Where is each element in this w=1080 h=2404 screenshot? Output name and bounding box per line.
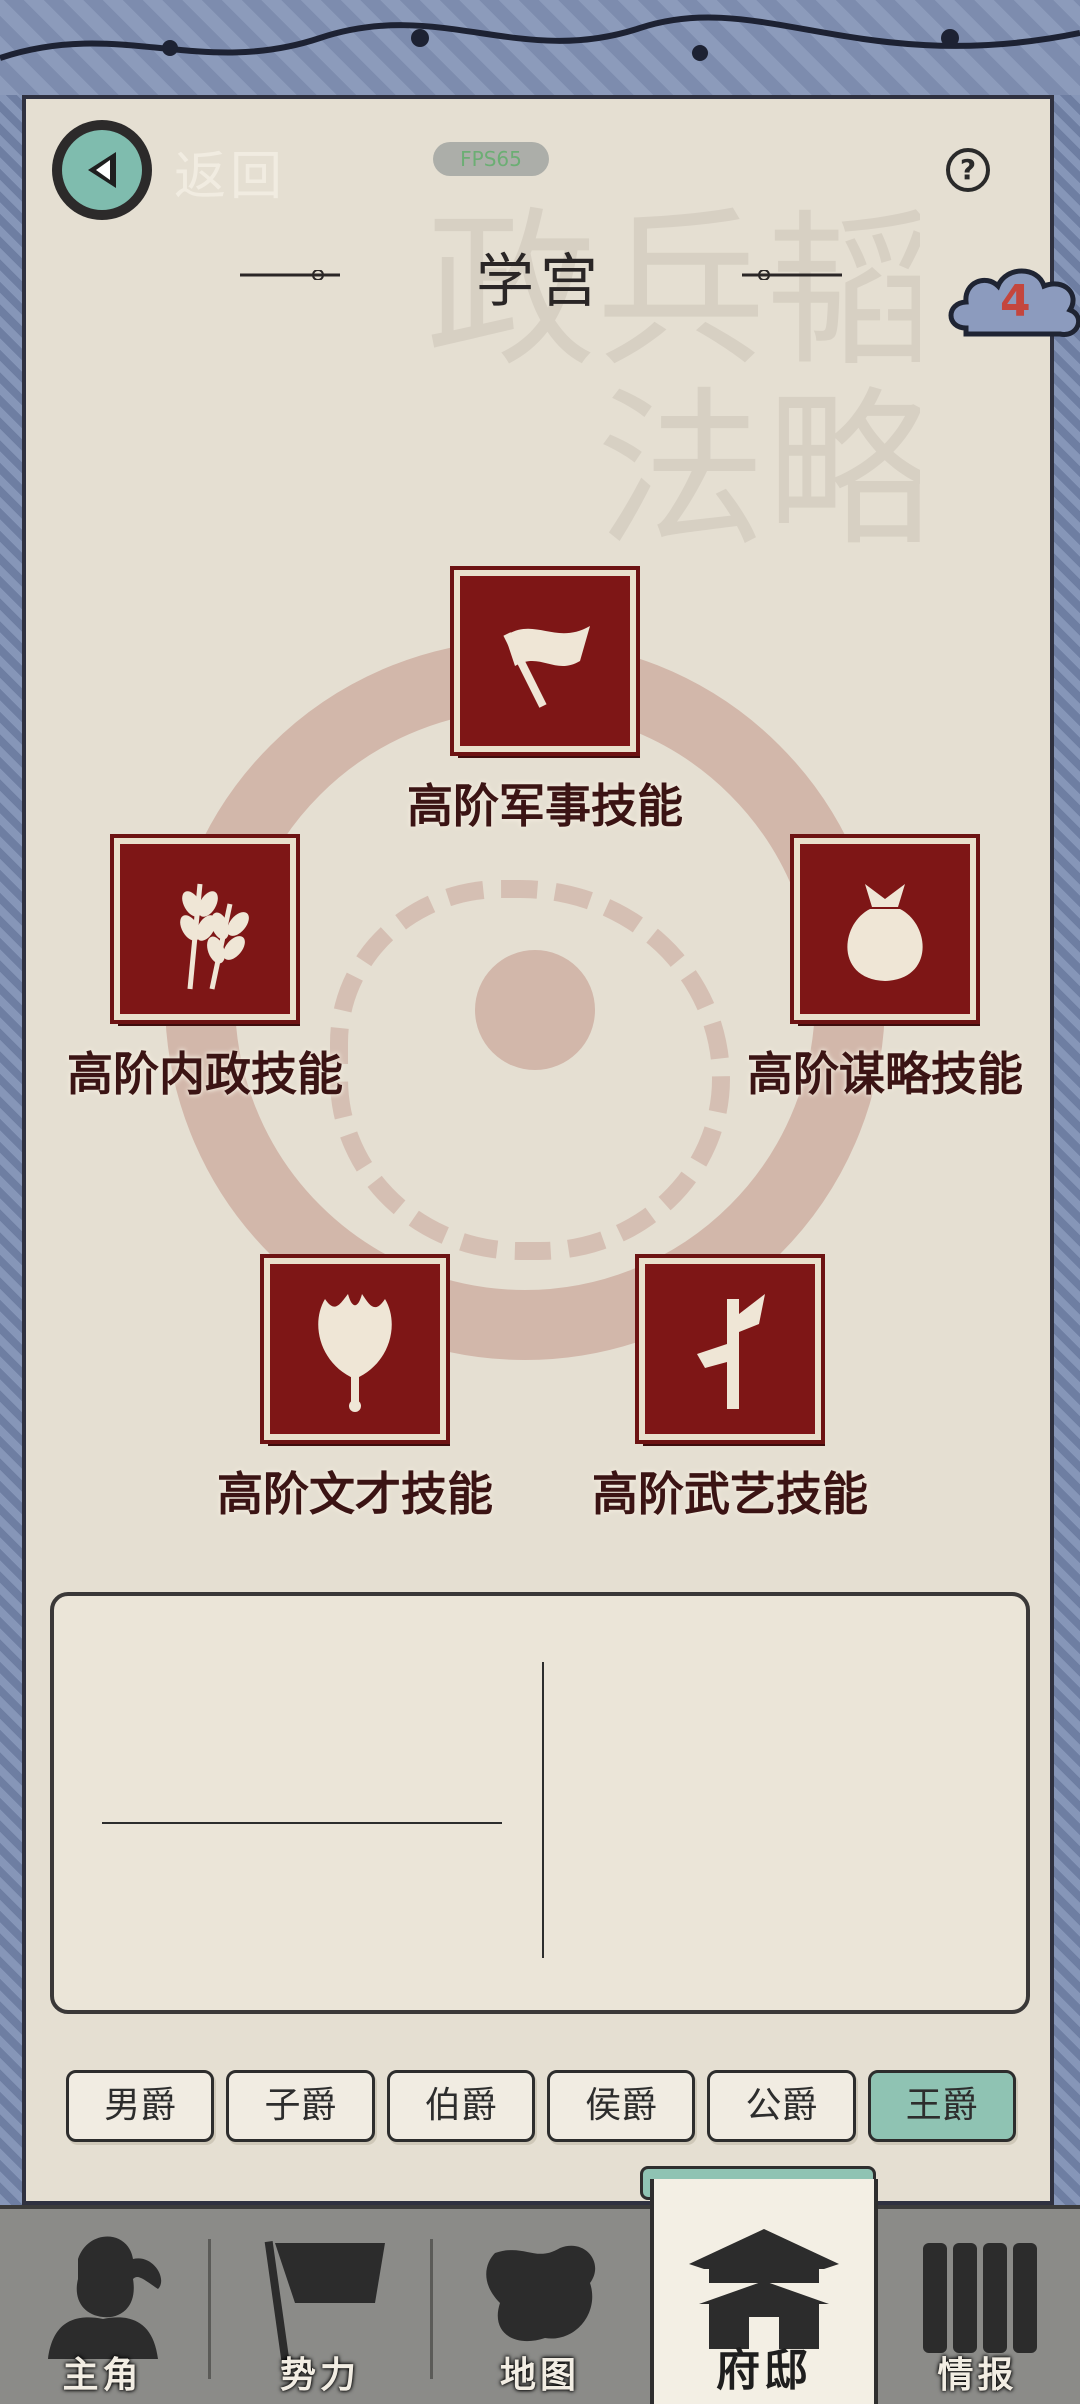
tab-rank-earl[interactable]: 伯爵 bbox=[386, 2070, 535, 2142]
nav-label: 势力 bbox=[279, 2354, 360, 2396]
money-bag-icon bbox=[847, 884, 923, 981]
tab-rank-baron[interactable]: 男爵 bbox=[66, 2070, 215, 2142]
top-decorative-border bbox=[0, 0, 1080, 101]
nav-label: 地图 bbox=[499, 2354, 580, 2396]
skill-military[interactable]: 高阶军事技能 bbox=[380, 570, 710, 836]
nav-label: 主角 bbox=[62, 2354, 143, 2396]
skill-martial[interactable]: 高阶武艺技能 bbox=[565, 1258, 895, 1524]
skill-strategy[interactable]: 高阶谋略技能 bbox=[715, 838, 1055, 1104]
flag-icon bbox=[503, 626, 590, 708]
nav-item-mansion[interactable]: 府邸 bbox=[650, 2179, 878, 2404]
detail-divider-horizontal bbox=[102, 1822, 502, 1824]
badge-count: 4 bbox=[1000, 276, 1031, 327]
nav-item-map[interactable]: 地图 bbox=[440, 2209, 640, 2404]
skill-literary[interactable]: 高阶文才技能 bbox=[190, 1258, 520, 1524]
help-icon[interactable]: ? bbox=[946, 148, 990, 192]
skill-tile bbox=[639, 1258, 821, 1440]
skill-tile bbox=[794, 838, 976, 1020]
skill-detail-panel bbox=[50, 1592, 1030, 2014]
dragon-pearl bbox=[475, 950, 595, 1070]
halberd-icon bbox=[697, 1294, 765, 1409]
fps-counter: FPS65 bbox=[433, 142, 549, 176]
back-circle bbox=[52, 120, 152, 220]
back-label: 返回 bbox=[174, 147, 287, 207]
nav-label: 情报 bbox=[937, 2354, 1018, 2396]
rank-tabs: 男爵 子爵 伯爵 侯爵 公爵 王爵 bbox=[66, 2070, 1016, 2146]
nav-separator bbox=[430, 2239, 433, 2379]
detail-divider-vertical bbox=[542, 1662, 544, 1958]
vine-pattern bbox=[0, 14, 1080, 61]
skill-tile bbox=[264, 1258, 446, 1440]
tab-rank-duke[interactable]: 公爵 bbox=[707, 2070, 856, 2142]
nav-item-faction[interactable]: 势力 bbox=[215, 2209, 425, 2404]
wheat-icon bbox=[180, 883, 249, 990]
map-icon bbox=[486, 2245, 596, 2342]
left-border bbox=[0, 95, 22, 2205]
back-button[interactable]: 返回 bbox=[52, 120, 372, 220]
warrior-icon bbox=[47, 2236, 161, 2359]
back-arrow-icon bbox=[62, 130, 142, 210]
scrolls-icon bbox=[922, 2243, 1037, 2353]
skill-civil[interactable]: 高阶内政技能 bbox=[40, 838, 370, 1104]
nav-separator bbox=[208, 2239, 211, 2379]
skill-label: 高阶谋略技能 bbox=[747, 1047, 1023, 1101]
title-ornament-right bbox=[742, 270, 842, 280]
tab-rank-marquis[interactable]: 侯爵 bbox=[546, 2070, 696, 2142]
tab-rank-viscount[interactable]: 子爵 bbox=[226, 2070, 375, 2142]
tab-rank-king[interactable]: 王爵 bbox=[867, 2070, 1016, 2142]
right-border bbox=[1054, 95, 1080, 2205]
skill-tile bbox=[114, 838, 296, 1020]
skill-label: 高阶内政技能 bbox=[67, 1047, 343, 1101]
skill-label: 高阶武艺技能 bbox=[592, 1467, 868, 1521]
bottom-nav: 主角 势力 地图 府邸 情报 bbox=[0, 2179, 1080, 2404]
skill-label: 高阶文才技能 bbox=[217, 1467, 493, 1521]
nav-label: 府邸 bbox=[716, 2345, 812, 2396]
banner-icon bbox=[264, 2241, 385, 2361]
skill-label: 高阶军事技能 bbox=[407, 779, 683, 833]
skill-tile bbox=[454, 570, 636, 752]
nav-item-intel[interactable]: 情报 bbox=[875, 2209, 1080, 2404]
nav-item-protagonist[interactable]: 主角 bbox=[0, 2209, 205, 2404]
feather-fan-icon bbox=[318, 1294, 392, 1412]
page-title: 学宫 bbox=[475, 247, 604, 315]
